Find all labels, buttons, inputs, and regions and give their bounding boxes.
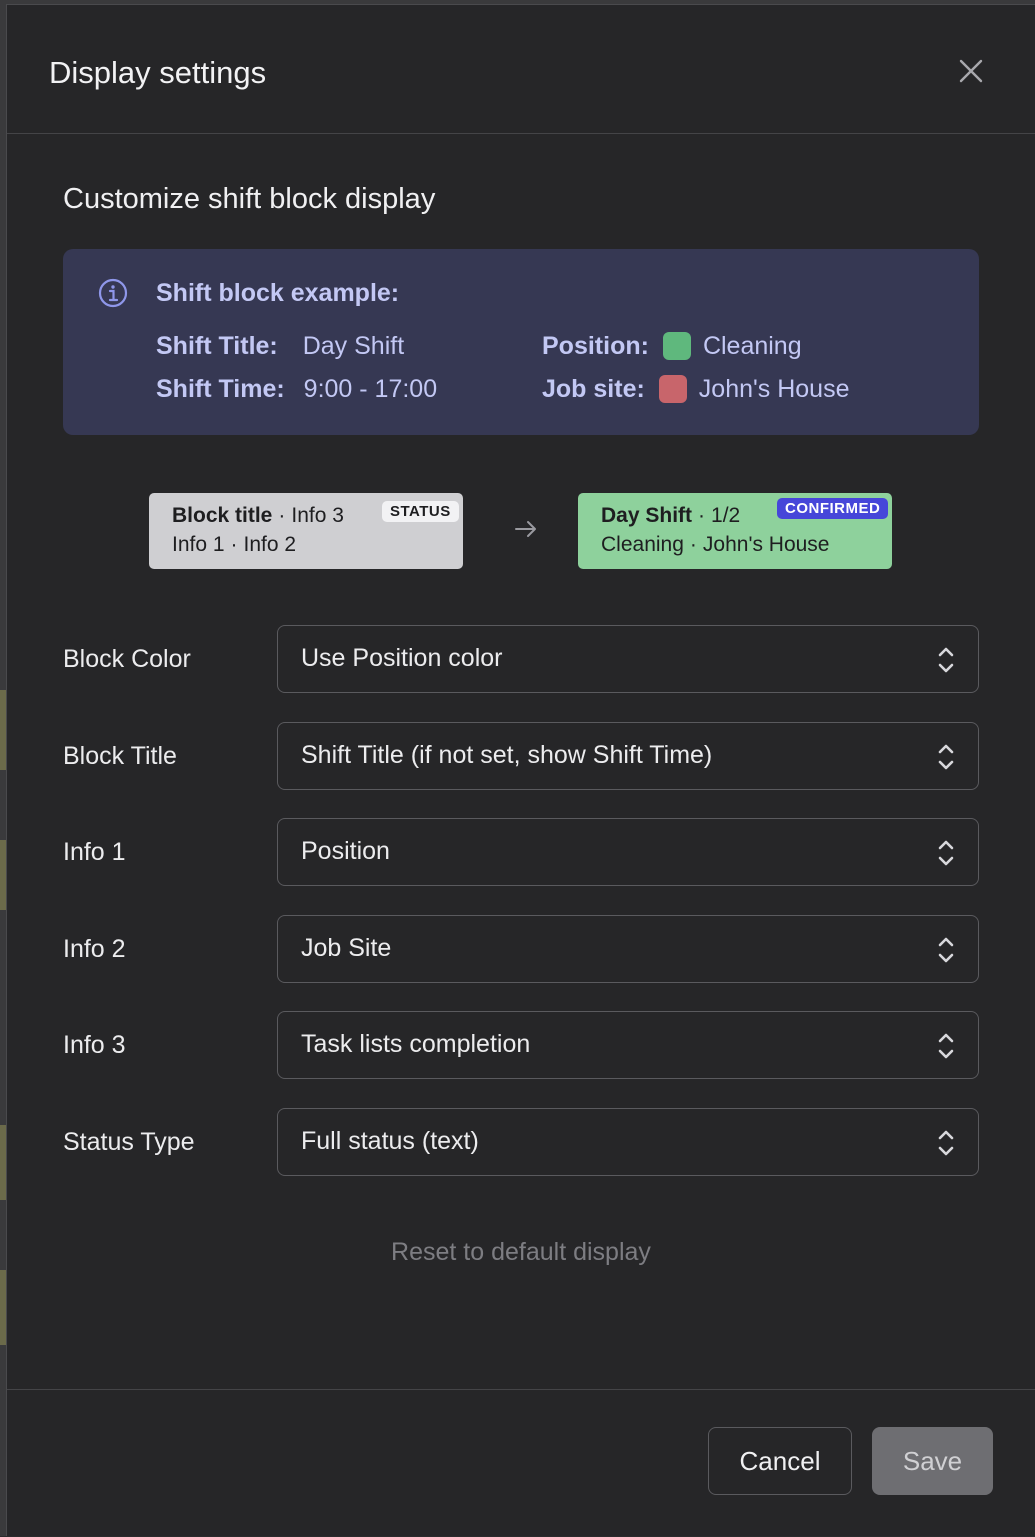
- job-site-label: Job site:: [542, 375, 645, 403]
- job-site-value: John's House: [698, 375, 850, 403]
- chevron-up-down-icon: [938, 744, 954, 770]
- shift-title-value: Day Shift: [302, 332, 405, 360]
- result-status-badge: CONFIRMED: [777, 498, 889, 519]
- position-value: Cleaning: [702, 332, 802, 360]
- select-value: Use Position color: [301, 644, 503, 672]
- shift-example-box: Shift block example: Shift Title: Day Sh…: [63, 249, 979, 435]
- select-value: Job Site: [301, 934, 392, 962]
- info2-label: Info 2: [63, 935, 126, 963]
- dialog-title: Display settings: [49, 55, 267, 90]
- position-row: Position: Cleaning: [542, 332, 802, 361]
- separator-dot: ·: [230, 533, 238, 556]
- cancel-button[interactable]: Cancel: [708, 1427, 852, 1495]
- arrow-right-icon: [515, 521, 536, 537]
- reset-default-link[interactable]: Reset to default display: [7, 1238, 1035, 1267]
- section-title: Customize shift block display: [63, 183, 436, 215]
- chevron-up-down-icon: [938, 647, 954, 673]
- dialog-footer: Cancel Save: [7, 1389, 1035, 1537]
- info2-select[interactable]: Job Site: [277, 915, 979, 983]
- status-type-select[interactable]: Full status (text): [277, 1108, 979, 1176]
- job-site-color-swatch: [658, 375, 687, 403]
- template-info2: Info 2: [243, 533, 297, 556]
- shift-time-value: 9:00 - 17:00: [303, 375, 438, 403]
- shift-title-label: Shift Title:: [156, 332, 278, 360]
- template-info1: Info 1: [172, 533, 225, 556]
- close-button[interactable]: [953, 53, 989, 89]
- dialog-header: Display settings: [7, 5, 1035, 134]
- select-value: Position: [301, 837, 390, 865]
- result-shift-block: Day Shift · 1/2 Cleaning · John's House CONF…: [578, 493, 892, 569]
- select-value: Full status (text): [301, 1127, 479, 1155]
- chevron-up-down-icon: [938, 937, 954, 963]
- block-title-label: Block Title: [63, 742, 177, 770]
- chevron-up-down-icon: [938, 1033, 954, 1059]
- close-icon: [959, 59, 983, 83]
- block-color-select[interactable]: Use Position color: [277, 625, 979, 693]
- result-info3: 1/2: [711, 504, 741, 527]
- job-site-row: Job site: John's House: [542, 375, 850, 404]
- position-color-swatch: [662, 332, 691, 360]
- separator-dot: ·: [278, 504, 286, 527]
- result-info2: John's House: [702, 533, 830, 556]
- separator-dot: ·: [689, 533, 697, 556]
- example-heading: Shift block example:: [156, 279, 400, 307]
- shift-time-row: Shift Time: 9:00 - 17:00: [156, 375, 437, 404]
- shift-time-label: Shift Time:: [156, 375, 285, 403]
- template-shift-block: Block title · Info 3 Info 1 · Info 2 STATUS: [149, 493, 463, 569]
- display-settings-dialog: Display settings Customize shift block d…: [6, 4, 1035, 1536]
- save-button[interactable]: Save: [872, 1427, 993, 1495]
- chevron-up-down-icon: [938, 1130, 954, 1156]
- result-block-title: Day Shift: [601, 504, 693, 527]
- position-label: Position:: [542, 332, 649, 360]
- template-block-title: Block title: [172, 504, 273, 527]
- info3-select[interactable]: Task lists completion: [277, 1011, 979, 1079]
- chevron-up-down-icon: [938, 840, 954, 866]
- info-icon: [98, 278, 128, 308]
- status-type-label: Status Type: [63, 1128, 195, 1156]
- separator-dot: ·: [698, 504, 706, 527]
- info3-label: Info 3: [63, 1031, 126, 1059]
- select-value: Shift Title (if not set, show Shift Time…: [301, 741, 713, 769]
- template-status-badge: STATUS: [382, 501, 459, 522]
- block-color-label: Block Color: [63, 645, 191, 673]
- info1-select[interactable]: Position: [277, 818, 979, 886]
- template-info3: Info 3: [291, 504, 344, 527]
- info1-label: Info 1: [63, 838, 126, 866]
- shift-title-row: Shift Title: Day Shift: [156, 332, 404, 361]
- result-info1: Cleaning: [601, 533, 684, 556]
- select-value: Task lists completion: [301, 1030, 531, 1058]
- block-title-select[interactable]: Shift Title (if not set, show Shift Time…: [277, 722, 979, 790]
